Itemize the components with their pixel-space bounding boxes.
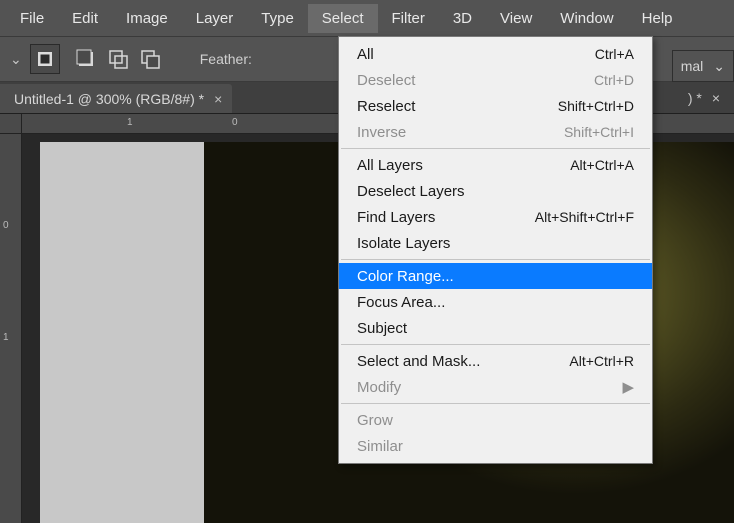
menu-separator: [341, 259, 650, 260]
menu-item-shortcut: Alt+Shift+Ctrl+F: [535, 209, 634, 225]
menu-file[interactable]: File: [6, 4, 58, 33]
menu-item-shortcut: Alt+Ctrl+R: [569, 353, 634, 369]
menu-item-label: All: [357, 46, 374, 63]
chevron-down-icon: ⌄: [713, 58, 725, 75]
menu-item-label: Reselect: [357, 98, 415, 115]
menu-item-find-layers[interactable]: Find Layers Alt+Shift+Ctrl+F: [339, 204, 652, 230]
menu-3d[interactable]: 3D: [439, 4, 486, 33]
menu-filter[interactable]: Filter: [378, 4, 439, 33]
menu-item-deselect: Deselect Ctrl+D: [339, 67, 652, 93]
ruler-corner: [0, 114, 22, 134]
feather-label: Feather:: [200, 51, 252, 67]
select-menu-dropdown: All Ctrl+A Deselect Ctrl+D Reselect Shif…: [338, 36, 653, 464]
document-tab-title: Untitled-1 @ 300% (RGB/8#) *: [14, 91, 204, 107]
menu-image[interactable]: Image: [112, 4, 182, 33]
menu-item-shortcut: Shift+Ctrl+D: [558, 98, 634, 114]
document-tab-active[interactable]: Untitled-1 @ 300% (RGB/8#) * ×: [0, 84, 232, 113]
ruler-vertical: 0 1: [0, 134, 22, 523]
menu-item-label: Find Layers: [357, 209, 435, 226]
selection-add-icon[interactable]: [104, 45, 132, 73]
menu-item-reselect[interactable]: Reselect Shift+Ctrl+D: [339, 93, 652, 119]
menu-item-label: Similar: [357, 438, 403, 455]
menu-item-isolate-layers[interactable]: Isolate Layers: [339, 230, 652, 256]
menu-item-subject[interactable]: Subject: [339, 315, 652, 341]
menu-window[interactable]: Window: [546, 4, 627, 33]
submenu-arrow-icon: ▶: [622, 378, 634, 396]
menu-item-label: Deselect Layers: [357, 183, 465, 200]
menu-item-deselect-layers[interactable]: Deselect Layers: [339, 178, 652, 204]
menu-item-modify: Modify ▶: [339, 374, 652, 400]
document-tab-other[interactable]: ) * ×: [680, 82, 728, 113]
menu-separator: [341, 344, 650, 345]
chevron-down-icon[interactable]: ⌄: [10, 51, 22, 68]
menu-edit[interactable]: Edit: [58, 4, 112, 33]
menu-bar: File Edit Image Layer Type Select Filter…: [0, 0, 734, 36]
menu-item-color-range[interactable]: Color Range...: [339, 263, 652, 289]
menu-item-similar: Similar: [339, 433, 652, 459]
menu-type[interactable]: Type: [247, 4, 308, 33]
close-icon[interactable]: ×: [214, 91, 222, 107]
close-icon[interactable]: ×: [712, 90, 720, 106]
menu-item-shortcut: Shift+Ctrl+I: [564, 124, 634, 140]
menu-item-all-layers[interactable]: All Layers Alt+Ctrl+A: [339, 152, 652, 178]
menu-item-shortcut: Ctrl+D: [594, 72, 634, 88]
menu-separator: [341, 403, 650, 404]
menu-help[interactable]: Help: [628, 4, 687, 33]
menu-item-label: Modify: [357, 379, 401, 396]
menu-select[interactable]: Select: [308, 4, 378, 33]
ruler-tick-label: 0: [232, 117, 238, 128]
menu-item-label: Focus Area...: [357, 294, 445, 311]
menu-item-label: Select and Mask...: [357, 353, 480, 370]
menu-item-label: Color Range...: [357, 268, 454, 285]
menu-item-all[interactable]: All Ctrl+A: [339, 41, 652, 67]
menu-item-shortcut: Alt+Ctrl+A: [570, 157, 634, 173]
selection-subtract-icon[interactable]: [136, 45, 164, 73]
menu-item-label: Grow: [357, 412, 393, 429]
menu-layer[interactable]: Layer: [182, 4, 248, 33]
menu-item-grow: Grow: [339, 407, 652, 433]
menu-item-label: All Layers: [357, 157, 423, 174]
ruler-tick-label: 0: [3, 220, 9, 231]
menu-item-focus-area[interactable]: Focus Area...: [339, 289, 652, 315]
menu-view[interactable]: View: [486, 4, 546, 33]
menu-item-label: Deselect: [357, 72, 415, 89]
ruler-tick-label: 1: [3, 332, 9, 343]
menu-item-label: Isolate Layers: [357, 235, 450, 252]
document-tab-other-suffix: ) *: [688, 90, 702, 106]
blend-mode-dropdown[interactable]: mal ⌄: [672, 50, 734, 82]
menu-item-label: Subject: [357, 320, 407, 337]
menu-item-label: Inverse: [357, 124, 406, 141]
tool-preset-icon[interactable]: [30, 44, 60, 74]
selection-new-icon[interactable]: [72, 45, 100, 73]
menu-item-shortcut: Ctrl+A: [595, 46, 634, 62]
menu-item-select-and-mask[interactable]: Select and Mask... Alt+Ctrl+R: [339, 348, 652, 374]
ruler-tick-label: 1: [127, 117, 133, 128]
menu-item-inverse: Inverse Shift+Ctrl+I: [339, 119, 652, 145]
blend-mode-value: mal: [681, 58, 704, 74]
menu-separator: [341, 148, 650, 149]
